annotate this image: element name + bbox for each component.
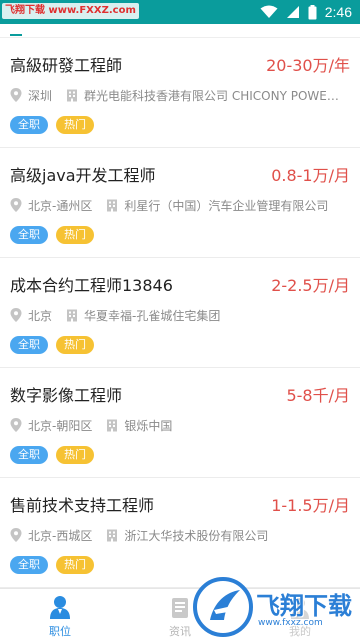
person-icon xyxy=(50,596,70,619)
status-icons: 2:46 xyxy=(260,3,352,21)
wifi-icon xyxy=(260,5,278,18)
tag-hot: 热门 xyxy=(56,226,94,244)
tag-fulltime: 全职 xyxy=(10,336,48,354)
job-tags: 全职 热门 xyxy=(10,116,94,134)
job-salary: 0.8-1万/月 xyxy=(271,166,350,185)
job-salary: 5-8千/月 xyxy=(286,386,350,405)
job-company: 群光电能科技香港有限公司 CHICONY POWE… xyxy=(84,88,339,103)
tag-hot: 热门 xyxy=(56,116,94,134)
tag-hot: 热门 xyxy=(56,446,94,464)
location-pin-icon xyxy=(10,528,22,542)
watermark-text: 飞翔下载 xyxy=(256,593,352,620)
watermark-overlay: 飞翔下载 www.fxxz.com xyxy=(190,572,360,640)
job-company: 浙江大华技术股份有限公司 xyxy=(124,528,269,543)
watermark-logo-icon xyxy=(193,577,253,637)
location-pin-icon xyxy=(10,88,22,102)
tag-hot: 热门 xyxy=(56,556,94,574)
building-icon xyxy=(67,309,78,321)
document-icon xyxy=(172,598,188,618)
location-pin-icon xyxy=(10,198,22,212)
job-title: 数字影像工程师 xyxy=(10,386,123,405)
job-tags: 全职 热门 xyxy=(10,556,94,574)
job-card[interactable]: 成本合约工程师13846 2-2.5万/月 北京 华夏幸福-孔雀城住宅集团 全职… xyxy=(0,258,360,368)
top-strip xyxy=(0,24,360,38)
watermark-top: 飞翔下载 www.FXXZ.com xyxy=(2,3,139,19)
job-location: 北京 xyxy=(28,308,53,323)
job-card[interactable]: 数字影像工程师 5-8千/月 北京-朝阳区 银烁中国 全职 热门 xyxy=(0,368,360,478)
job-location: 北京-西城区 xyxy=(28,528,93,543)
tag-fulltime: 全职 xyxy=(10,446,48,464)
tag-fulltime: 全职 xyxy=(10,116,48,134)
job-list: 高級研發工程師 20-30万/年 深圳 群光电能科技香港有限公司 CHICONY… xyxy=(0,38,360,588)
location-pin-icon xyxy=(10,308,22,322)
job-salary: 20-30万/年 xyxy=(266,56,350,75)
nav-item-jobs[interactable]: 职位 xyxy=(25,589,95,640)
job-company: 银烁中国 xyxy=(124,418,173,433)
job-location: 北京-朝阳区 xyxy=(28,418,93,433)
signal-icon xyxy=(286,6,299,18)
status-bar: 飞翔下载 www.FXXZ.com 2:46 xyxy=(0,0,360,24)
job-location: 深圳 xyxy=(28,88,53,103)
job-location: 北京-通州区 xyxy=(28,198,93,213)
location-pin-icon xyxy=(10,418,22,432)
building-icon xyxy=(67,89,78,101)
job-card[interactable]: 高級研發工程師 20-30万/年 深圳 群光电能科技香港有限公司 CHICONY… xyxy=(0,38,360,148)
job-title: 成本合约工程师13846 xyxy=(10,276,173,295)
job-meta: 北京-通州区 利星行（中国）汽车企业管理有限公司 xyxy=(10,196,350,214)
job-salary: 1-1.5万/月 xyxy=(271,496,350,515)
tab-indicator xyxy=(10,34,22,36)
building-icon xyxy=(107,199,118,211)
battery-icon xyxy=(308,4,317,19)
job-tags: 全职 热门 xyxy=(10,446,94,464)
job-company: 华夏幸福-孔雀城住宅集团 xyxy=(84,308,221,323)
nav-label-jobs: 职位 xyxy=(49,625,71,638)
building-icon xyxy=(107,529,118,541)
job-salary: 2-2.5万/月 xyxy=(271,276,350,295)
tag-fulltime: 全职 xyxy=(10,556,48,574)
job-title: 高級研發工程師 xyxy=(10,56,123,75)
job-title: 高级java开发工程师 xyxy=(10,166,156,185)
job-meta: 深圳 群光电能科技香港有限公司 CHICONY POWE… xyxy=(10,86,350,104)
job-title: 售前技术支持工程师 xyxy=(10,496,155,515)
status-time: 2:46 xyxy=(324,4,352,20)
tag-hot: 热门 xyxy=(56,336,94,354)
building-icon xyxy=(107,419,118,431)
job-meta: 北京-朝阳区 银烁中国 xyxy=(10,416,350,434)
job-meta: 北京 华夏幸福-孔雀城住宅集团 xyxy=(10,306,350,324)
job-tags: 全职 热门 xyxy=(10,226,94,244)
job-meta: 北京-西城区 浙江大华技术股份有限公司 xyxy=(10,526,350,544)
tag-fulltime: 全职 xyxy=(10,226,48,244)
job-tags: 全职 热门 xyxy=(10,336,94,354)
job-card[interactable]: 高级java开发工程师 0.8-1万/月 北京-通州区 利星行（中国）汽车企业管… xyxy=(0,148,360,258)
job-company: 利星行（中国）汽车企业管理有限公司 xyxy=(124,198,329,213)
watermark-url: www.fxxz.com xyxy=(258,618,323,628)
